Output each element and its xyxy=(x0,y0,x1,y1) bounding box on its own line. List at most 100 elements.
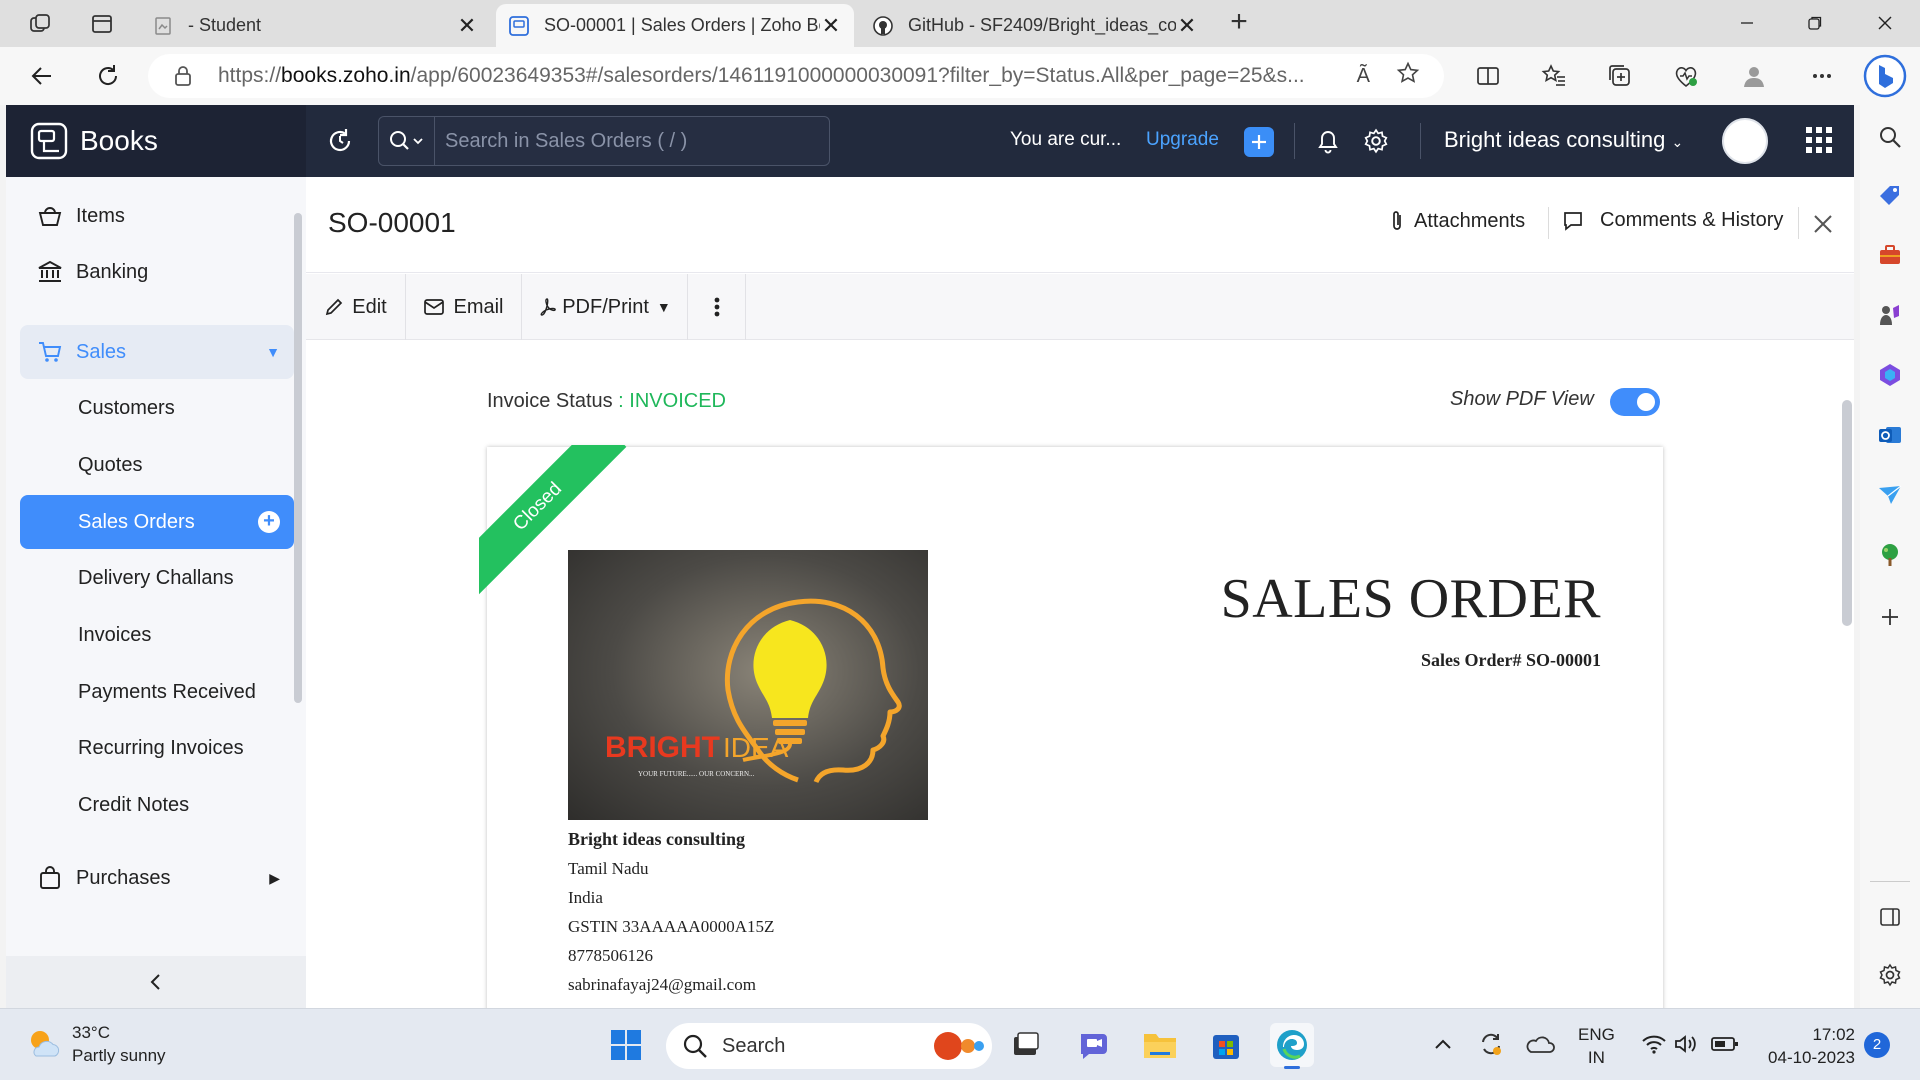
sidebar-item-quotes[interactable]: Quotes xyxy=(20,438,294,492)
refresh-icon[interactable] xyxy=(90,58,126,94)
lightbulb-head-logo-icon: BRIGHT IDEA YOUR FUTURE...... OUR CONCER… xyxy=(605,598,902,784)
close-window-icon[interactable] xyxy=(1862,6,1908,40)
add-icon[interactable] xyxy=(1875,602,1905,632)
settings-icon[interactable] xyxy=(1875,960,1905,990)
pdf-print-dropdown[interactable]: PDF/Print ▼ xyxy=(522,274,688,340)
edit-button[interactable]: Edit xyxy=(306,274,406,340)
search-box[interactable] xyxy=(378,116,830,166)
close-tab-icon[interactable]: ✕ xyxy=(1176,13,1198,39)
restore-icon[interactable] xyxy=(1792,6,1838,40)
show-hidden-icons[interactable] xyxy=(1430,1029,1456,1059)
browser-tab-sales-order[interactable]: SO-00001 | Sales Orders | Zoho Books ✕ xyxy=(496,4,854,47)
sidebar-item-delivery-challans[interactable]: Delivery Challans xyxy=(20,551,294,605)
favorites-icon[interactable] xyxy=(1538,60,1570,92)
start-button[interactable] xyxy=(604,1023,648,1067)
new-tab-button[interactable]: + xyxy=(1224,7,1254,38)
weather-widget[interactable]: 33°C Partly sunny xyxy=(26,1021,166,1067)
document-number: Sales Order# SO-00001 xyxy=(1421,650,1601,670)
bing-copilot-icon[interactable] xyxy=(1862,53,1908,99)
add-sales-order-icon[interactable]: + xyxy=(258,511,280,533)
org-switcher[interactable]: Bright ideas consulting ⌄ xyxy=(1444,127,1683,153)
avatar[interactable] xyxy=(1722,118,1768,164)
org-name: Bright ideas consulting xyxy=(1444,127,1666,152)
notification-badge[interactable]: 2 xyxy=(1864,1032,1890,1058)
volume-icon[interactable] xyxy=(1672,1029,1700,1059)
minimize-icon[interactable] xyxy=(1724,6,1770,40)
tree-icon[interactable] xyxy=(1875,540,1905,570)
search-filter-dropdown[interactable] xyxy=(379,117,435,165)
email-button[interactable]: Email xyxy=(406,274,522,340)
quick-create-button[interactable] xyxy=(1244,127,1274,157)
sidebar-item-banking[interactable]: Banking xyxy=(20,245,294,299)
onedrive-icon[interactable] xyxy=(1524,1029,1556,1059)
close-tab-icon[interactable]: ✕ xyxy=(456,13,478,39)
read-aloud-icon[interactable]: Ã xyxy=(1357,65,1370,88)
taskbar-teams[interactable] xyxy=(1072,1023,1116,1067)
toggle-knob xyxy=(1637,393,1655,411)
brand[interactable]: Books xyxy=(6,105,306,177)
bell-icon[interactable] xyxy=(1312,125,1344,157)
action-toolbar: Edit Email PDF/Print ▼ xyxy=(306,274,1854,340)
content-scrollbar[interactable] xyxy=(1842,400,1852,626)
workspaces-icon[interactable] xyxy=(26,10,54,38)
taskbar-file-explorer[interactable] xyxy=(1138,1023,1182,1067)
attachments-button[interactable]: Attachments xyxy=(1390,209,1525,233)
profile-icon[interactable] xyxy=(1738,60,1770,92)
more-actions-button[interactable] xyxy=(688,274,746,340)
more-options-icon[interactable] xyxy=(1806,60,1838,92)
favorite-star-icon[interactable] xyxy=(1396,61,1420,91)
sidebar-scrollbar[interactable] xyxy=(294,213,302,703)
system-clock[interactable]: 17:02 04-10-2023 xyxy=(1755,1023,1855,1069)
sidebar-item-label: Payments Received xyxy=(78,680,256,703)
organization-state: Tamil Nadu xyxy=(568,859,649,878)
sidebar-toggle-icon[interactable] xyxy=(1875,902,1905,932)
taskbar-store[interactable] xyxy=(1204,1023,1248,1067)
sidebar-group-sales[interactable]: Sales ▼ xyxy=(20,325,294,379)
office-icon[interactable] xyxy=(1875,360,1905,390)
app-grid-icon[interactable] xyxy=(1806,127,1832,153)
browser-tab-student[interactable]: - Student ✕ xyxy=(140,4,490,47)
battery-icon[interactable] xyxy=(1710,1029,1740,1059)
sidebar-item-sales-orders[interactable]: Sales Orders + xyxy=(20,495,294,549)
browser-essentials-icon[interactable] xyxy=(1670,60,1702,92)
games-icon[interactable] xyxy=(1875,300,1905,330)
gear-icon[interactable] xyxy=(1360,125,1392,157)
sidebar-item-customers[interactable]: Customers xyxy=(20,381,294,435)
comments-history-button[interactable]: Comments & History xyxy=(1562,209,1783,232)
input-language[interactable]: ENG IN xyxy=(1578,1023,1615,1069)
close-icon[interactable] xyxy=(1810,211,1836,237)
taskbar-edge[interactable] xyxy=(1270,1023,1314,1069)
send-icon[interactable] xyxy=(1875,480,1905,510)
search-icon[interactable] xyxy=(1875,122,1905,152)
taskbar-search[interactable]: Search xyxy=(666,1023,992,1069)
sidebar-item-items[interactable]: Items xyxy=(20,189,294,243)
outlook-icon[interactable] xyxy=(1875,420,1905,450)
recent-activity-icon[interactable] xyxy=(324,125,356,157)
sidebar-item-payments-received[interactable]: Payments Received xyxy=(20,665,294,719)
tab-title: - Student xyxy=(188,15,262,35)
tools-icon[interactable] xyxy=(1875,240,1905,270)
tag-icon[interactable] xyxy=(1875,180,1905,210)
sidebar-item-credit-notes[interactable]: Credit Notes xyxy=(20,778,294,832)
close-tab-icon[interactable]: ✕ xyxy=(820,13,842,39)
sidebar-group-purchases[interactable]: Purchases ▶ xyxy=(20,851,294,905)
taskbar-task-view[interactable] xyxy=(1004,1023,1048,1067)
split-screen-icon[interactable] xyxy=(1472,60,1504,92)
url-field[interactable]: https://books.zoho.in/app/60023649353#/s… xyxy=(148,54,1444,98)
chevron-down-icon: ⌄ xyxy=(1671,134,1684,150)
search-input[interactable] xyxy=(445,129,825,153)
upgrade-link[interactable]: Upgrade xyxy=(1146,129,1219,151)
show-pdf-view-label: Show PDF View xyxy=(1450,388,1594,410)
back-icon[interactable] xyxy=(24,58,60,94)
sidebar-item-recurring-invoices[interactable]: Recurring Invoices xyxy=(20,721,294,775)
collapse-sidebar-button[interactable] xyxy=(6,956,306,1008)
sidebar-item-invoices[interactable]: Invoices xyxy=(20,608,294,662)
browser-tab-github[interactable]: GitHub - SF2409/Bright_ideas_consulting … xyxy=(860,4,1210,47)
show-pdf-view-toggle[interactable] xyxy=(1610,388,1660,416)
sidebar: Items Banking Sales ▼ Customers Quotes S… xyxy=(6,177,306,1008)
tab-actions-icon[interactable] xyxy=(88,10,116,38)
lock-icon[interactable] xyxy=(174,65,208,87)
collections-icon[interactable] xyxy=(1604,60,1636,92)
sync-icon[interactable] xyxy=(1476,1029,1506,1059)
wifi-icon[interactable] xyxy=(1640,1029,1668,1059)
